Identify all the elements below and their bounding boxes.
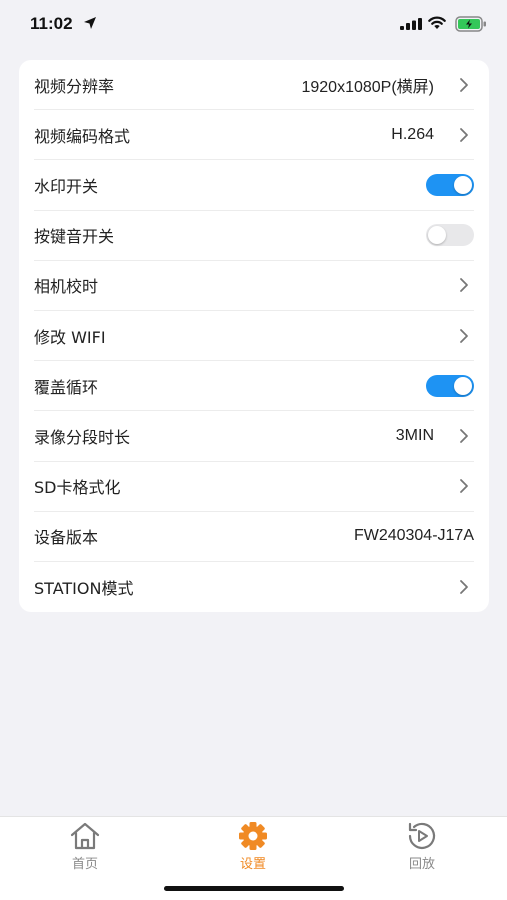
tab-playback[interactable]: 回放 xyxy=(382,821,462,877)
settings-row-label: SD卡格式化 xyxy=(34,478,121,498)
chevron-right-icon xyxy=(458,428,470,444)
settings-row-label: 水印开关 xyxy=(34,176,99,196)
settings-row[interactable]: SD卡格式化 xyxy=(34,462,474,512)
toggle-knob xyxy=(428,226,446,245)
status-time: 11:02 xyxy=(30,14,73,33)
settings-row[interactable]: 视频编码格式 H.264 xyxy=(34,110,474,161)
settings-row-value: 1920x1080P(横屏) xyxy=(301,78,434,96)
wifi-icon xyxy=(428,16,446,29)
tab-home[interactable]: 首页 xyxy=(45,821,125,877)
settings-row-label: 覆盖循环 xyxy=(34,377,99,397)
settings-row-value: FW240304-J17A xyxy=(353,527,474,545)
chevron-right-icon xyxy=(458,127,470,143)
settings-row-label: 修改 WIFI xyxy=(34,327,106,347)
settings-row-label: STATION模式 xyxy=(34,578,134,598)
toggle-knob xyxy=(454,175,472,194)
settings-row[interactable]: 录像分段时长 3MIN xyxy=(34,411,474,462)
tab-settings[interactable]: 设置 xyxy=(213,821,293,877)
tab-settings-label: 设置 xyxy=(239,857,266,872)
settings-row-value: H.264 xyxy=(391,125,434,143)
settings-row-label: 录像分段时长 xyxy=(34,427,131,447)
settings-list: 视频分辨率 1920x1080P(横屏) 视频编码格式 H.264 水印开关按键音开关相… xyxy=(19,60,489,612)
cellular-signal-icon xyxy=(400,18,422,30)
playback-icon xyxy=(408,822,436,849)
settings-row-label: 按键音开关 xyxy=(34,227,115,247)
toggle-switch[interactable] xyxy=(426,374,474,397)
gear-icon xyxy=(239,822,267,850)
chevron-right-icon xyxy=(458,77,470,93)
settings-row-label: 视频分辨率 xyxy=(34,76,115,96)
settings-row-value: 3MIN xyxy=(395,426,434,444)
chevron-right-icon xyxy=(458,478,470,494)
settings-row[interactable]: 按键音开关 xyxy=(34,211,474,261)
toggle-switch[interactable] xyxy=(426,224,474,247)
settings-row: 设备版本 FW240304-J17A xyxy=(34,512,474,562)
settings-row[interactable]: 视频分辨率 1920x1080P(横屏) xyxy=(34,60,474,111)
toggle-knob xyxy=(454,376,472,395)
settings-row[interactable]: 水印开关 xyxy=(34,160,474,211)
toggle-switch[interactable] xyxy=(426,173,474,196)
tab-playback-label: 回放 xyxy=(408,857,435,872)
tab-home-label: 首页 xyxy=(71,857,98,872)
settings-row[interactable]: 相机校时 xyxy=(34,261,474,311)
home-indicator xyxy=(164,886,344,891)
status-bar: 11:02 xyxy=(0,0,507,50)
settings-row-label: 相机校时 xyxy=(34,277,99,297)
settings-row[interactable]: 覆盖循环 xyxy=(34,361,474,412)
chevron-right-icon xyxy=(458,579,470,595)
chevron-right-icon xyxy=(458,277,470,293)
chevron-right-icon xyxy=(458,328,470,344)
settings-row-label: 设备版本 xyxy=(34,528,99,548)
home-icon xyxy=(70,822,100,850)
settings-row[interactable]: 修改 WIFI xyxy=(34,311,474,362)
settings-row[interactable]: STATION模式 xyxy=(34,562,474,612)
battery-charging-icon xyxy=(455,16,486,32)
settings-row-label: 视频编码格式 xyxy=(34,126,131,146)
location-arrow-icon xyxy=(84,17,96,29)
